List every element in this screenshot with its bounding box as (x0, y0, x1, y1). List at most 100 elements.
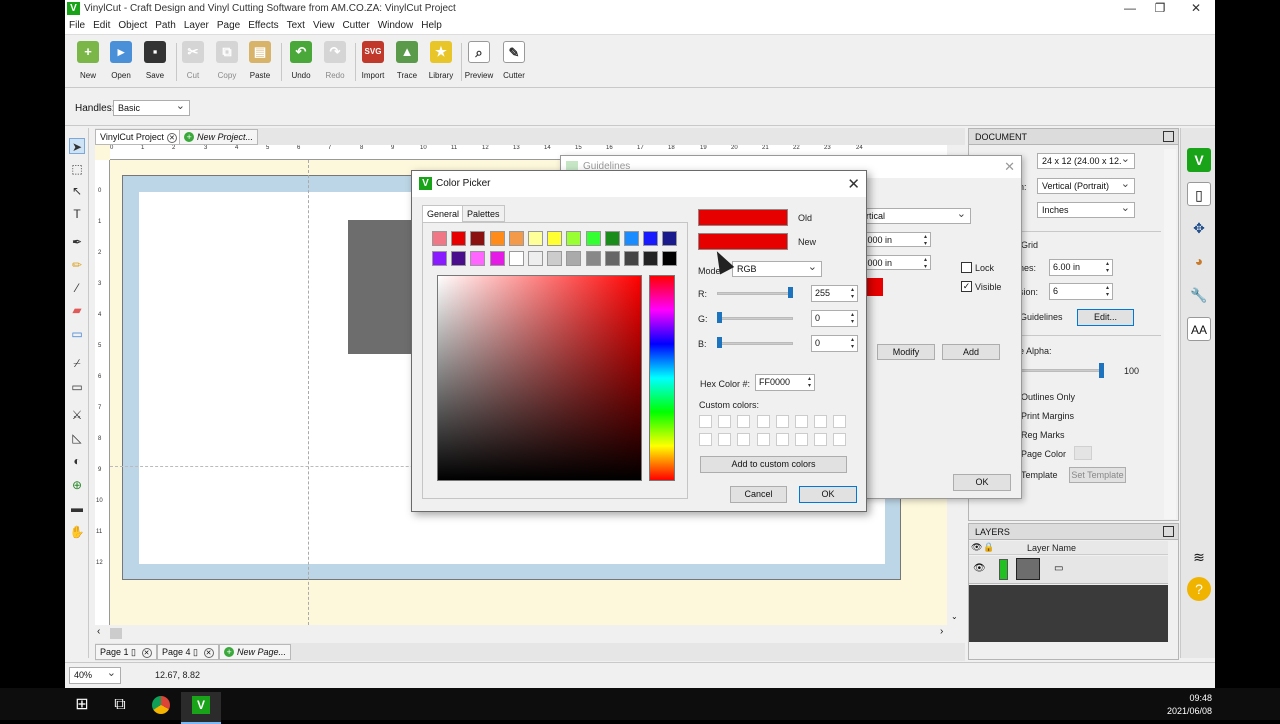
guideline-position-2[interactable]: .000 in (861, 255, 931, 270)
close-window-button[interactable]: ✕ (1181, 1, 1211, 15)
color-swatch[interactable] (470, 231, 486, 246)
custom-color-slot[interactable] (775, 433, 789, 446)
blue-slider-thumb[interactable] (717, 337, 722, 348)
custom-color-slot[interactable] (814, 433, 828, 446)
eraser-icon[interactable]: ▰ (69, 302, 85, 318)
color-swatch[interactable] (489, 251, 505, 266)
page-color-swatch[interactable] (1074, 446, 1092, 460)
blue-slider[interactable] (717, 342, 793, 345)
saturation-value-field[interactable] (437, 275, 642, 481)
red-spinner[interactable]: 255 (811, 285, 858, 302)
menu-text[interactable]: Text (283, 18, 309, 31)
layers-stack-icon[interactable]: ≋ (1187, 545, 1211, 569)
color-swatch[interactable] (528, 231, 543, 246)
custom-color-slot[interactable] (699, 433, 712, 446)
minimize-button[interactable]: — (1115, 1, 1145, 15)
custom-color-slot[interactable] (737, 415, 751, 428)
measure-icon[interactable]: ▬ (69, 500, 85, 516)
add-custom-color-button[interactable]: Add to custom colors (700, 456, 847, 473)
zoom-icon[interactable]: ⊕ (69, 477, 85, 493)
scroll-right-icon[interactable]: › (940, 626, 943, 637)
color-swatch[interactable] (566, 251, 582, 266)
close-page-icon[interactable]: ✕ (203, 648, 214, 658)
color-swatch[interactable] (432, 231, 447, 246)
color-swatch[interactable] (508, 251, 524, 266)
eyedropper-icon[interactable]: ⌿ (69, 355, 85, 371)
color-mode-select[interactable]: RGB (732, 260, 822, 277)
edit-guidelines-button[interactable]: Edit... (1077, 309, 1134, 326)
handles-select[interactable]: Basic (113, 99, 190, 116)
color-palette-icon[interactable]: ◕ (1187, 249, 1211, 273)
custom-color-slot[interactable] (756, 433, 770, 446)
red-slider-thumb[interactable] (788, 287, 793, 298)
alpha-slider[interactable] (1019, 369, 1103, 372)
green-slider[interactable] (717, 317, 793, 320)
custom-color-slot[interactable] (833, 415, 847, 428)
rectangle-icon[interactable]: ▭ (69, 379, 85, 395)
color-swatch[interactable] (470, 251, 486, 266)
close-page-icon[interactable]: ✕ (141, 648, 152, 658)
alpha-slider-thumb[interactable] (1099, 363, 1104, 378)
restore-button[interactable]: ❐ (1145, 1, 1175, 15)
task-view-icon[interactable]: ⧉ (100, 692, 140, 724)
gray-rectangle-shape[interactable] (348, 220, 412, 354)
menu-file[interactable]: File (65, 18, 89, 31)
hand-pan-icon[interactable]: ✋ (69, 524, 85, 540)
grid-division-spinner[interactable]: 6 (1049, 283, 1113, 300)
color-swatch[interactable] (547, 251, 563, 266)
add-guideline-button[interactable]: Add (942, 344, 1000, 360)
cut-button[interactable]: ✂ Cut (177, 41, 209, 83)
color-swatch[interactable] (643, 231, 659, 246)
color-swatch[interactable] (662, 231, 678, 246)
red-slider[interactable] (717, 292, 793, 295)
color-picker-close-icon[interactable]: ✕ (847, 175, 860, 193)
custom-color-slot[interactable] (699, 415, 712, 428)
menu-window[interactable]: Window (374, 18, 418, 31)
set-template-button[interactable]: Set Template (1069, 467, 1126, 483)
color-swatch[interactable] (451, 251, 467, 266)
windows-start-icon[interactable]: ⊞ (62, 692, 102, 724)
vertical-guideline[interactable] (308, 160, 309, 625)
menu-edit[interactable]: Edit (89, 18, 114, 31)
subselect-icon[interactable]: ↖ (69, 183, 85, 199)
copy-button[interactable]: ⧉ Copy (211, 41, 243, 83)
knife-icon[interactable]: ⚔ (69, 407, 85, 423)
green-spinner[interactable]: 0 (811, 310, 858, 327)
cutter-button[interactable]: ✎ Cutter (498, 41, 530, 83)
horizontal-scrollbar[interactable]: ‹ › (95, 625, 965, 642)
shape-tool-icon[interactable]: ▭ (69, 326, 85, 342)
close-tab-icon[interactable]: ✕ (166, 133, 177, 143)
color-swatch[interactable] (643, 251, 659, 266)
color-swatch[interactable] (604, 231, 620, 246)
layer-color-chip[interactable] (999, 559, 1008, 580)
document-page-icon[interactable]: ▯ (1187, 182, 1211, 206)
layer-visible-icon[interactable]: 👁 (973, 563, 986, 574)
menu-help[interactable]: Help (417, 18, 446, 31)
redo-button[interactable]: ↷ Redo (319, 41, 351, 83)
document-size-select[interactable]: 24 x 12 (24.00 x 12. (1037, 152, 1135, 169)
custom-color-slot[interactable] (775, 415, 789, 428)
tab-palettes[interactable]: Palettes (462, 205, 505, 222)
guideline-orientation-select[interactable]: rtical (861, 207, 971, 224)
hue-slider[interactable] (649, 275, 675, 481)
green-slider-thumb[interactable] (717, 312, 722, 323)
guidelines-ok-button[interactable]: OK (953, 474, 1011, 491)
vinylcut-taskbar-icon[interactable]: V (181, 692, 221, 724)
modify-button[interactable]: Modify (877, 344, 935, 360)
grid-lines-spinner[interactable]: 6.00 in (1049, 259, 1113, 276)
tab-general[interactable]: General (422, 205, 465, 223)
save-button[interactable]: ▪ Save (139, 41, 171, 83)
menu-view[interactable]: View (309, 18, 339, 31)
guidelines-close-icon[interactable]: ✕ (1004, 159, 1015, 175)
tab-new-page[interactable]: + New Page... (219, 644, 292, 660)
color-swatch[interactable] (566, 231, 582, 246)
undo-button[interactable]: ↶ Undo (285, 41, 317, 83)
menu-layer[interactable]: Layer (180, 18, 213, 31)
tab-new-project[interactable]: + New Project... (179, 129, 259, 145)
color-swatch[interactable] (662, 251, 678, 266)
ok-button[interactable]: OK (799, 486, 857, 503)
guideline-position-1[interactable]: .000 in (861, 232, 931, 247)
tab-page-4[interactable]: Page 4 ▯ ✕ (157, 644, 219, 660)
color-swatch[interactable] (489, 231, 505, 246)
import-button[interactable]: SVG Import (357, 41, 389, 83)
